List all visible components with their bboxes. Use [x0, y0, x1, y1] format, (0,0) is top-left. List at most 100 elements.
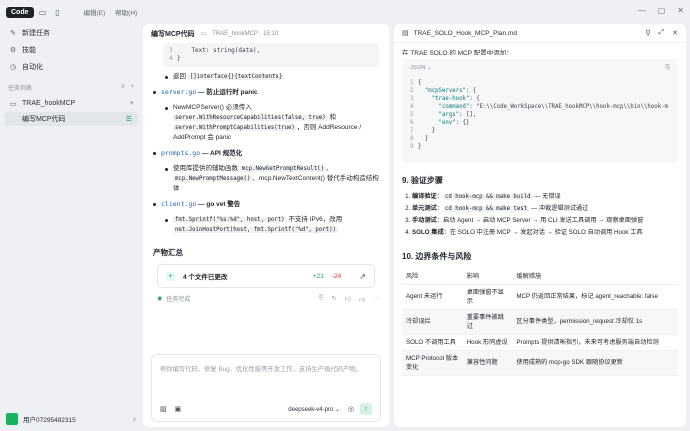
- code-line: 1{: [410, 80, 422, 86]
- inline-code: net.JoinHostPort(host, fmt.Sprintf("%d",…: [173, 227, 338, 233]
- text: 在 SOLO 中注册 MCP → 发起对话 → 验证 SOLO 自动调用 Hoo…: [449, 229, 643, 236]
- chat-messages[interactable]: 3 Text: string(data), 4} 返回 []interface{…: [143, 43, 389, 365]
- copy-icon[interactable]: ⎘: [319, 295, 324, 303]
- filter-icon[interactable]: ≡: [121, 84, 125, 90]
- task-list-header: 任务列表 ≡ +: [0, 79, 142, 95]
- sidebar-toggle-icon[interactable]: ▯: [52, 7, 64, 17]
- close-icon[interactable]: ✕: [677, 6, 684, 15]
- json-lines: 1{2 "mcpServers": {3 "trae-hook": {4 "co…: [402, 77, 678, 153]
- pin-icon[interactable]: ⚲: [645, 29, 650, 37]
- folder-icon: ▭: [200, 31, 207, 37]
- menu-help[interactable]: 帮助(H): [115, 7, 137, 17]
- document-content[interactable]: 在 TRAE SOLO 的 MCP 配置中添加： JSON ⌄ ⎘ 1{2 "m…: [394, 43, 686, 380]
- line-number: 3: [169, 47, 173, 54]
- text: 和: [327, 114, 336, 121]
- file-link[interactable]: client.go: [161, 200, 196, 208]
- line-number: 4: [169, 55, 173, 62]
- title-bar: Code ▭ ▯ 编辑(E) 帮助(H) — ▢ ✕: [0, 0, 690, 24]
- code-line: 2 "mcpServers": {: [410, 88, 477, 94]
- code-line: }: [177, 55, 181, 62]
- expand-icon[interactable]: ↗: [359, 272, 366, 281]
- document-panel: ▤ TRAE_SOLO_Hook_MCP_Plan.md ⚲ ⤢ ✕ 在 TRA…: [394, 24, 686, 427]
- send-button[interactable]: ↑: [360, 403, 372, 415]
- sidebar-item-label: 自动化: [22, 63, 43, 71]
- split-icon[interactable]: ⤢: [659, 29, 665, 37]
- inline-code: fmt.Sprintf("%s:%d", host, port): [173, 217, 287, 223]
- table-row: 冷却误拦 重要事件被跳过 区分事件类型，permission_request 冷…: [402, 309, 678, 335]
- input-placeholder: 帮你编写代码、修复 Bug、优化性能等开发工作，支持生产级代码产物。: [160, 366, 362, 373]
- refresh-icon[interactable]: ↻: [332, 295, 337, 303]
- close-tab-icon[interactable]: ✕: [672, 29, 678, 37]
- chat-input[interactable]: 帮你编写代码、修复 Bug、优化性能等开发工作，支持生产级代码产物。 ▨ ▣ d…: [151, 354, 381, 422]
- sidebar-item-skills[interactable]: ⚙ 技能: [0, 41, 142, 58]
- chat-title: 编写MCP代码: [151, 30, 195, 38]
- list-item: client.go — go vet 警告: [153, 199, 379, 210]
- line-number: 7: [410, 128, 414, 134]
- layout-icon[interactable]: ▭: [37, 7, 49, 17]
- inline-code: cd hook-mcp && make build: [442, 194, 533, 200]
- mode-switch-code[interactable]: Code: [6, 6, 34, 18]
- maximize-icon[interactable]: ▢: [658, 6, 666, 15]
- inline-code: []interface{}{textContents}: [187, 74, 285, 80]
- inline-code: cd hook-mcp && make test: [442, 206, 530, 212]
- sidebar-item-automation[interactable]: ◷ 自动化: [0, 58, 142, 75]
- thumbs-up-icon[interactable]: 👍︎: [345, 295, 351, 303]
- table-row: SOLO 不调用工具 Hook 形同虚设 Prompts 提供清晰指引，未来可考…: [402, 334, 678, 351]
- column-header: 影响: [462, 268, 513, 285]
- sidebar-item-new-task[interactable]: ✎ 新建任务: [0, 24, 142, 41]
- table-cell: 兼容性问题: [462, 350, 513, 376]
- code-line: 7 }: [410, 128, 436, 134]
- table-cell: Agent 未运行: [402, 284, 463, 310]
- more-icon[interactable]: ⋯: [373, 295, 379, 303]
- context-icon[interactable]: ▨: [160, 405, 167, 413]
- add-folder-icon[interactable]: +: [130, 84, 134, 90]
- line-number: 6: [410, 120, 414, 126]
- changed-files-card[interactable]: + 4 个文件已更改 +21 -24 ↗: [157, 264, 375, 288]
- changed-files-label: 4 个文件已更改: [183, 274, 228, 281]
- list-item: 单元测试：cd hook-mcp && make test — 冲裁逻辑测试通过: [412, 203, 678, 215]
- list-item: 编译验证：cd hook-mcp && make build — 无错误: [412, 191, 678, 203]
- json-code-block: JSON ⌄ ⎘ 1{2 "mcpServers": {3 "trae-hook…: [402, 59, 678, 163]
- model-selector[interactable]: deepseek-v4-pro ⌄: [288, 406, 340, 413]
- project-item[interactable]: ▭ TRAE_hookMCP +: [0, 95, 142, 112]
- add-task-icon[interactable]: +: [130, 100, 134, 107]
- sidebar: ✎ 新建任务 ⚙ 技能 ◷ 自动化 任务列表 ≡ + ▭ TRAE_hookMC…: [0, 24, 142, 431]
- column-header: 风险: [402, 268, 463, 285]
- list-item: SOLO 集成：在 SOLO 中注册 MCP → 发起对话 → 验证 SOLO …: [412, 227, 678, 239]
- menu-edit[interactable]: 编辑(E): [84, 7, 106, 17]
- task-label: 编写MCP代码: [22, 116, 66, 123]
- task-item-active[interactable]: 编写MCP代码 ☰: [4, 112, 138, 126]
- section-label: 任务列表: [8, 85, 33, 92]
- file-link[interactable]: prompts.go: [161, 149, 200, 157]
- notification-icon[interactable]: ♪: [133, 416, 137, 423]
- text: — 无错误: [532, 193, 561, 200]
- task-list-icon: ☰: [125, 116, 132, 123]
- list-item: 返回 []interface{}{textContents}: [165, 72, 379, 82]
- text: 使用库提供的辅助函数: [173, 165, 240, 172]
- menu-bar: 编辑(E) 帮助(H): [84, 7, 138, 17]
- copy-icon[interactable]: ⎘: [665, 65, 670, 72]
- thumbs-down-icon[interactable]: 👎︎: [359, 295, 365, 303]
- code-line: 6 "env": {}: [410, 120, 470, 126]
- mic-icon[interactable]: ◎: [348, 405, 354, 413]
- automation-icon: ◷: [9, 63, 17, 71]
- text: 返回: [173, 73, 188, 80]
- user-bar[interactable]: 用户07295482315 ♪: [6, 413, 136, 425]
- line-number: 5: [410, 112, 414, 118]
- text: 手动测试: [412, 217, 437, 224]
- check-icon: ◉: [157, 296, 163, 302]
- table-cell: Hook 形同虚设: [462, 334, 513, 351]
- task-status: 任务完成: [166, 297, 191, 303]
- steps-list: 编译验证：cd hook-mcp && make build — 无错误 单元测…: [402, 191, 678, 239]
- minimize-icon[interactable]: —: [638, 6, 646, 15]
- risk-table: 风险 影响 缓解措施 Agent 未运行 桌面弹窗不显示 MCP 仍返回正常结果…: [402, 268, 678, 376]
- image-icon[interactable]: ▣: [175, 405, 182, 413]
- line-number: 2: [410, 88, 414, 94]
- text: 不支持 IPv6，改用: [286, 216, 343, 223]
- folder-icon: ▭: [9, 100, 17, 108]
- text: 单元测试: [412, 205, 437, 212]
- inline-code: server.WithResourceCapabilities(false, t…: [173, 115, 328, 121]
- inline-code: mcp.NewPromptMessage(): [173, 176, 253, 182]
- text: 编译验证: [412, 193, 437, 200]
- file-link[interactable]: server.go: [161, 88, 196, 96]
